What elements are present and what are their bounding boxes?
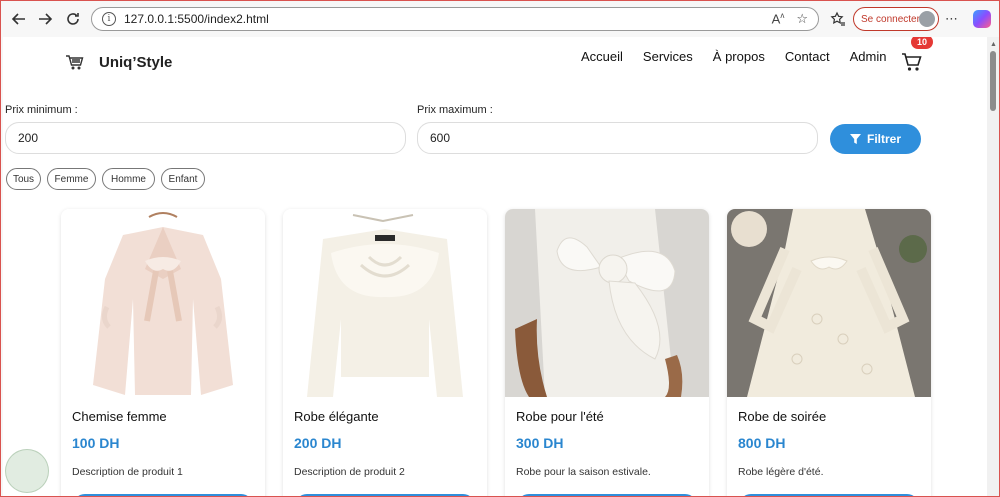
read-aloud-icon[interactable]: Aʌ	[772, 11, 785, 27]
product-price: 100 DH	[72, 435, 120, 451]
product-description: Description de produit 1	[72, 466, 183, 478]
product-title: Robe de soirée	[738, 409, 827, 424]
product-image-dress	[505, 209, 709, 397]
sign-in-label: Se connecter	[861, 13, 920, 25]
product-card[interactable]: Robe pour l'été 300 DH Robe pour la sais…	[505, 209, 709, 496]
scrollbar-thumb[interactable]	[990, 51, 996, 111]
sign-in-button[interactable]: Se connecter	[853, 7, 939, 31]
brand-name: Uniq’Style	[99, 53, 173, 71]
chip-label: Enfant	[168, 173, 198, 185]
browser-window: i 127.0.0.1:5500/index2.html Aʌ ☆ Se con…	[0, 0, 1000, 497]
shopping-cart-logo-icon	[66, 55, 84, 70]
chip-enfant[interactable]: Enfant	[161, 168, 205, 190]
site-info-icon[interactable]: i	[102, 12, 116, 26]
product-price: 800 DH	[738, 435, 786, 451]
profile-avatar-icon	[919, 11, 935, 27]
chip-label: Femme	[54, 173, 89, 185]
chip-label: Tous	[12, 173, 35, 185]
max-price-input[interactable]: 600	[417, 122, 818, 154]
favorite-star-icon[interactable]: ☆	[796, 11, 808, 27]
nav-item-accueil[interactable]: Accueil	[581, 49, 623, 64]
url-text: 127.0.0.1:5500/index2.html	[124, 12, 269, 26]
product-price: 300 DH	[516, 435, 564, 451]
page-scrollbar[interactable]: ▲	[987, 37, 999, 496]
nav-item-services[interactable]: Services	[643, 49, 693, 64]
max-price-value: 600	[430, 131, 451, 145]
browser-toolbar: i 127.0.0.1:5500/index2.html Aʌ ☆ Se con…	[1, 1, 999, 37]
product-title: Robe pour l'été	[516, 409, 604, 424]
min-price-value: 200	[18, 131, 39, 145]
product-image-blouse	[61, 209, 265, 397]
nav-item-admin[interactable]: Admin	[850, 49, 887, 64]
scroll-up-icon[interactable]: ▲	[990, 41, 997, 48]
product-image-top	[283, 209, 487, 397]
cart-count-badge: 10	[911, 37, 933, 49]
min-price-input[interactable]: 200	[5, 122, 406, 154]
filter-button-label: Filtrer	[866, 132, 901, 146]
page-viewport: Uniq’Style Accueil Services À propos Con…	[3, 37, 987, 496]
forward-icon[interactable]	[35, 9, 55, 29]
max-price-label: Prix maximum :	[417, 104, 493, 116]
product-title: Chemise femme	[72, 409, 167, 424]
nav-item-a-propos[interactable]: À propos	[713, 49, 765, 64]
main-nav: Accueil Services À propos Contact Admin	[581, 49, 887, 64]
funnel-icon	[849, 133, 861, 144]
product-image-lace-dress	[727, 209, 931, 397]
chip-tous[interactable]: Tous	[6, 168, 41, 190]
product-card[interactable]: Chemise femme 100 DH Description de prod…	[61, 209, 265, 496]
chip-homme[interactable]: Homme	[102, 168, 155, 190]
product-description: Robe légère d'été.	[738, 466, 824, 478]
watermark-logo	[5, 449, 49, 493]
copilot-icon[interactable]	[973, 10, 991, 28]
more-menu-icon[interactable]: ⋯	[945, 11, 959, 27]
product-price: 200 DH	[294, 435, 342, 451]
favorites-icon[interactable]	[828, 9, 848, 29]
back-icon[interactable]	[9, 9, 29, 29]
filter-button[interactable]: Filtrer	[830, 124, 921, 154]
product-title: Robe élégante	[294, 409, 379, 424]
chip-femme[interactable]: Femme	[47, 168, 96, 190]
brand[interactable]: Uniq’Style	[65, 53, 172, 71]
address-bar[interactable]: i 127.0.0.1:5500/index2.html Aʌ ☆	[91, 7, 819, 31]
product-card[interactable]: Robe de soirée 800 DH Robe légère d'été.	[727, 209, 931, 496]
nav-item-contact[interactable]: Contact	[785, 49, 830, 64]
product-description: Robe pour la saison estivale.	[516, 466, 651, 478]
cart-icon[interactable]	[901, 51, 923, 73]
product-description: Description de produit 2	[294, 466, 405, 478]
reload-icon[interactable]	[63, 9, 83, 29]
product-card[interactable]: Robe élégante 200 DH Description de prod…	[283, 209, 487, 496]
min-price-label: Prix minimum :	[5, 104, 78, 116]
chip-label: Homme	[110, 173, 146, 185]
